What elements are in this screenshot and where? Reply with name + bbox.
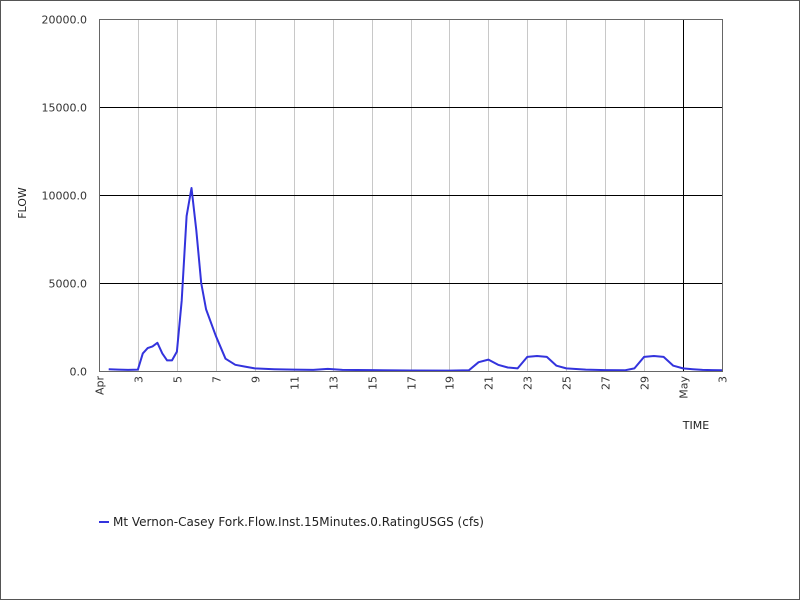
x-axis-title: TIME <box>682 419 709 432</box>
x-tick-label: 21 <box>483 376 496 390</box>
x-tick-label: 29 <box>639 376 652 390</box>
x-tick-label: 13 <box>328 376 341 390</box>
x-tick-label: May <box>678 376 691 399</box>
x-tick-label: 23 <box>522 376 535 390</box>
legend-swatch <box>99 521 109 523</box>
x-tick-label: 11 <box>289 376 302 390</box>
x-tick-label: 3 <box>133 376 146 383</box>
legend: Mt Vernon-Casey Fork.Flow.Inst.15Minutes… <box>99 515 484 529</box>
y-tick-label: 5000.0 <box>49 278 88 291</box>
x-tick-label: 15 <box>367 376 380 390</box>
chart-frame: Apr 3 5 7 9 11 13 15 17 19 21 23 25 27 29 May 3 0.0 5000.0… <box>0 0 800 600</box>
x-tick-label: Apr <box>94 376 107 396</box>
series-layer <box>108 187 722 371</box>
x-tick-label: 5 <box>172 376 185 383</box>
x-tick-label: 3 <box>717 376 730 383</box>
x-tick-label: 9 <box>250 376 263 383</box>
x-tick-label: 19 <box>444 376 457 390</box>
y-tick-label: 0.0 <box>70 366 88 379</box>
tick-layer: Apr 3 5 7 9 11 13 15 17 19 21 23 25 27 29 May 3 0.0 5000.0… <box>42 14 730 399</box>
flow-chart: Apr 3 5 7 9 11 13 15 17 19 21 23 25 27 29 May 3 0.0 5000.0… <box>16 14 730 433</box>
series-line <box>108 187 722 371</box>
y-tick-label: 10000.0 <box>42 190 88 203</box>
y-tick-label: 20000.0 <box>42 14 88 27</box>
x-tick-label: 25 <box>561 376 574 390</box>
legend-label: Mt Vernon-Casey Fork.Flow.Inst.15Minutes… <box>113 515 484 529</box>
x-tick-label: 27 <box>600 376 613 390</box>
y-tick-label: 15000.0 <box>42 102 88 115</box>
x-tick-label: 7 <box>211 376 224 383</box>
x-tick-label: 17 <box>406 376 419 390</box>
y-axis-title: FLOW <box>16 187 29 219</box>
